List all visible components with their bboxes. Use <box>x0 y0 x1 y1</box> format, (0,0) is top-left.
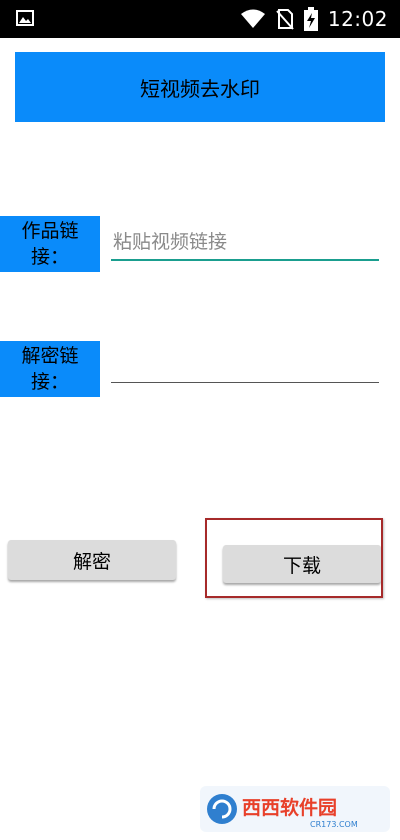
watermark-brand: 西西软件园 <box>242 796 337 819</box>
decrypt-link-label: 解密链接： <box>0 341 100 397</box>
decrypt-button-label: 解密 <box>72 550 111 573</box>
status-bar: 12:02 <box>0 0 400 38</box>
decrypt-link-underline <box>111 382 379 383</box>
app-title: 短视频去水印 <box>140 76 260 101</box>
highlight-annotation <box>205 518 383 598</box>
battery-charging-icon <box>303 7 318 31</box>
wifi-icon <box>240 9 265 28</box>
decrypt-link-input[interactable] <box>111 345 379 381</box>
watermark-site: CR173.COM <box>310 820 358 829</box>
work-link-input[interactable] <box>111 224 379 260</box>
work-link-underline <box>111 259 379 261</box>
work-link-label: 作品链接： <box>0 216 100 272</box>
watermark-logo: 西西软件园 CR173.COM <box>200 786 390 832</box>
no-sim-icon <box>276 9 294 30</box>
status-time: 12:02 <box>327 7 388 31</box>
decrypt-button[interactable]: 解密 <box>8 540 176 580</box>
app-title-bar: 短视频去水印 <box>15 52 385 122</box>
image-icon <box>16 10 34 26</box>
